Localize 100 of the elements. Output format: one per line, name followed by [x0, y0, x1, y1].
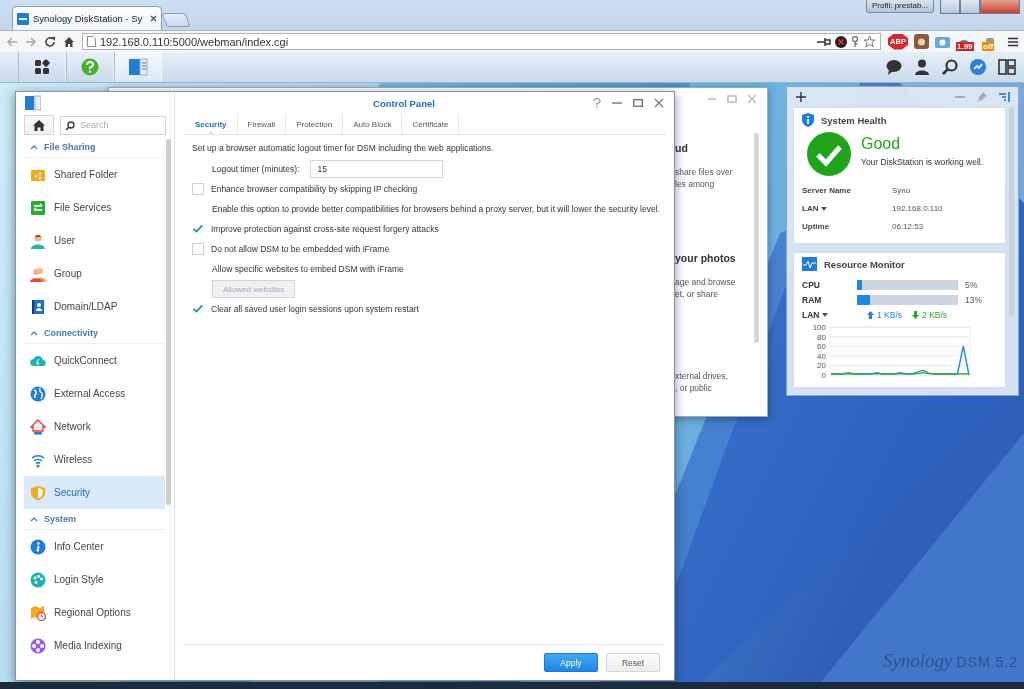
- sidebar-item[interactable]: Domain/LDAP: [24, 290, 165, 323]
- page-icon: [87, 36, 96, 47]
- forward-icon[interactable]: [25, 35, 37, 48]
- home-icon[interactable]: [63, 35, 75, 48]
- regional-icon: [30, 604, 46, 621]
- tab[interactable]: Certificate: [402, 114, 460, 134]
- tab[interactable]: Firewall: [237, 114, 287, 134]
- sidebar-item[interactable]: Network: [24, 410, 165, 443]
- maximize-icon[interactable]: [633, 98, 643, 108]
- tab[interactable]: Security: [185, 114, 238, 134]
- search-field[interactable]: Search: [60, 115, 166, 135]
- sidebar-item[interactable]: File Services: [24, 191, 165, 224]
- profile-button[interactable]: Profil: prestab...: [866, 0, 935, 13]
- checkbox-label: Enhance browser compatibility by skipping IP checking: [211, 184, 418, 194]
- description-text: xternal drives,: [675, 370, 729, 382]
- blocked-icon[interactable]: [835, 35, 847, 48]
- camera-icon[interactable]: [914, 34, 929, 49]
- user-icon[interactable]: [914, 59, 930, 75]
- sidebar-item[interactable]: User: [24, 224, 165, 257]
- browser-tab[interactable]: Synology DiskStation - Sy: [12, 6, 162, 30]
- maximize-button[interactable]: [960, 0, 980, 14]
- home-button[interactable]: [24, 115, 54, 135]
- control-panel-icon: [25, 95, 41, 111]
- section-heading: ud: [675, 142, 689, 154]
- gauge-icon[interactable]: [970, 59, 986, 75]
- dock-icon[interactable]: [999, 92, 1010, 102]
- close-icon[interactable]: [150, 15, 157, 22]
- help-icon[interactable]: [593, 98, 601, 108]
- main-menu-icon: [34, 59, 50, 75]
- status-message: Your DiskStation is working well.: [861, 157, 984, 167]
- user-icon: [30, 232, 46, 249]
- domain-icon: [30, 298, 46, 315]
- info-label: LAN: [802, 204, 819, 213]
- minimize-button[interactable]: [940, 0, 960, 14]
- key-icon[interactable]: [851, 35, 859, 48]
- add-icon[interactable]: [796, 92, 806, 102]
- sidebar-item[interactable]: Group: [24, 257, 165, 290]
- widget-title: Resource Monitor: [824, 258, 905, 270]
- close-icon[interactable]: [654, 98, 664, 108]
- description-text: Set up a browser automatic logout timer for DSM including the web applications.: [192, 143, 495, 155]
- widgets-icon[interactable]: [998, 59, 1016, 75]
- download-rate: 2 KB/s: [922, 310, 948, 320]
- address-field[interactable]: 192.168.0.110:5000/webman/index.cgi: [82, 33, 881, 50]
- checkbox[interactable]: [192, 243, 204, 255]
- shield-info-icon: [802, 113, 814, 127]
- description-text: et, or share: [675, 288, 719, 300]
- control-panel-icon: [128, 57, 148, 77]
- info-value: Syno: [892, 186, 912, 195]
- upload-rate: 1 KB/s: [877, 310, 903, 320]
- menu-icon[interactable]: [1008, 36, 1018, 47]
- dropdown-icon[interactable]: [821, 206, 828, 211]
- group-header[interactable]: File Sharing: [24, 137, 165, 158]
- sidebar-item[interactable]: Info Center: [24, 530, 165, 563]
- axis-label: 0: [821, 371, 826, 380]
- sidebar-item[interactable]: Regional Options: [24, 596, 165, 629]
- sidebar-item[interactable]: Media Indexing: [24, 629, 165, 662]
- help-icon: [81, 58, 99, 76]
- tab[interactable]: Auto Block: [343, 114, 403, 134]
- note-text: Allow specific websites to embed DSM with iFrame: [211, 263, 405, 276]
- back-icon[interactable]: [6, 35, 18, 48]
- input-field[interactable]: 15: [310, 160, 444, 178]
- checkbox[interactable]: [192, 223, 204, 235]
- note-text: Enable this option to provide better compatibilities for browsers behind a proxy server, but it will lower the security level.: [211, 203, 661, 216]
- taskbar-app-button[interactable]: [18, 52, 66, 82]
- usage-reading: 5%: [964, 280, 979, 290]
- axis-label: 40: [817, 351, 826, 361]
- sidebar-item[interactable]: Shared Folder: [24, 158, 165, 191]
- chat-icon[interactable]: [886, 59, 902, 75]
- monitor-icon: [802, 257, 817, 271]
- collapse-icon: [30, 330, 38, 336]
- checkbox-label: Clear all saved user login sessions upon system restart: [211, 304, 419, 314]
- info-value: 06:12:53: [892, 222, 925, 231]
- status-text: Good: [861, 135, 902, 153]
- group-icon: [30, 265, 46, 282]
- usage-reading: 13%: [964, 295, 983, 305]
- search-icon[interactable]: [942, 59, 958, 75]
- sidebar-item[interactable]: Wireless: [24, 443, 165, 476]
- download-arrow-icon: [912, 311, 920, 319]
- field-label: Logout timer (minutes):: [212, 164, 300, 174]
- file-services-icon: [30, 199, 46, 216]
- window-title: Control Panel: [372, 97, 436, 109]
- reset-button[interactable]: Reset: [606, 653, 660, 672]
- group-header[interactable]: System: [24, 509, 165, 530]
- sidebar-item[interactable]: QuickConnect: [24, 344, 165, 377]
- axis-label: 100: [812, 323, 826, 332]
- camera-icon[interactable]: [935, 35, 950, 48]
- pin-icon[interactable]: [817, 36, 831, 47]
- reload-icon[interactable]: [44, 35, 56, 48]
- dropdown-icon[interactable]: [822, 313, 829, 317]
- checkbox[interactable]: [192, 183, 204, 195]
- close-button[interactable]: [980, 0, 1020, 14]
- sidebar-item[interactable]: Security: [24, 476, 165, 509]
- checkbox[interactable]: [192, 303, 204, 315]
- media-icon: [30, 637, 46, 654]
- star-icon[interactable]: [863, 35, 876, 48]
- group-header[interactable]: Connectivity: [24, 323, 165, 344]
- info-value: 192.168.0.110: [892, 204, 944, 213]
- sidebar-item[interactable]: Login Style: [24, 563, 165, 596]
- tab[interactable]: Protection: [286, 114, 344, 134]
- sidebar-item[interactable]: External Access: [24, 377, 165, 410]
